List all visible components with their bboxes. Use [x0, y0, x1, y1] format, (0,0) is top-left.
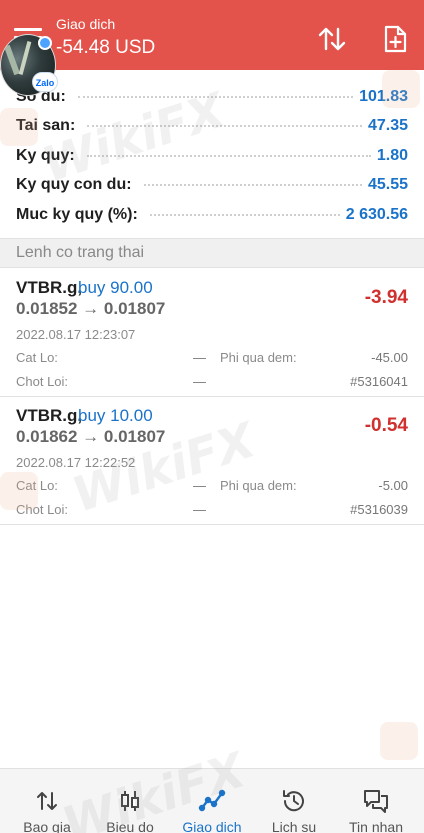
nav-messages[interactable]: Tin nhan: [334, 769, 418, 833]
position-symbol: VTBR.g,: [16, 406, 83, 425]
take-profit-label: Chot Loi:: [16, 374, 69, 389]
summary-row-margin: Ky quy: 1.80: [0, 141, 424, 171]
nav-label: Bieu do: [106, 819, 154, 833]
swap-value: -45.00: [371, 350, 408, 365]
nav-label: Bao gia: [23, 819, 71, 833]
sort-icon[interactable]: [317, 24, 347, 54]
nav-history[interactable]: Lich su: [252, 769, 336, 833]
new-order-icon[interactable]: [380, 24, 410, 54]
take-profit-value: —: [193, 502, 206, 517]
nav-quotes[interactable]: Bao gia: [5, 769, 89, 833]
chat-icon: [364, 790, 388, 813]
summary-value: 2 630.56: [345, 205, 408, 223]
position-symbol: VTBR.g,: [16, 278, 83, 297]
position-row[interactable]: VTBR.g, buy 10.00 0.01862 → 0.01807 -0.5…: [0, 397, 424, 525]
bottom-navigation: Bao gia Bieu do Giao dich Lich su Tin nh…: [0, 768, 424, 833]
position-time: 2022.08.17 12:22:52: [16, 455, 136, 470]
positions-section-header: Lenh co trang thai: [0, 238, 424, 268]
position-side: buy 10.00: [78, 406, 153, 425]
position-prices: 0.01852 → 0.01807: [16, 299, 166, 318]
nav-label: Tin nhan: [349, 819, 403, 833]
swap-value: -5.00: [378, 478, 408, 493]
summary-label: Ky quy:: [16, 146, 81, 165]
nav-trade[interactable]: Giao dich: [170, 769, 254, 833]
summary-row-equity: Tai san: 47.35: [0, 112, 424, 142]
nav-label: Lich su: [271, 819, 317, 833]
nav-charts[interactable]: Bieu do: [88, 769, 172, 833]
summary-value: 47.35: [367, 117, 408, 135]
updown-arrows-icon: [37, 792, 57, 810]
nav-label: Giao dich: [182, 819, 242, 833]
header-title: Giao dich: [56, 16, 116, 32]
stop-loss-label: Cat Lo:: [16, 350, 58, 365]
summary-row-free-margin: Ky quy con du: 45.55: [0, 171, 424, 201]
summary-row-margin-level: Muc ky quy (%): 2 630.56: [0, 200, 424, 230]
summary-label: Tai san:: [16, 117, 82, 136]
dotted-leader: [87, 125, 362, 128]
zalo-badge: Zalo: [32, 72, 58, 92]
position-time: 2022.08.17 12:23:07: [16, 327, 136, 342]
history-icon: [283, 790, 304, 812]
swap-label: Phi qua dem:: [220, 350, 297, 365]
account-summary: So du: 101.83 Tai san: 47.35 Ky quy: 1.8…: [0, 82, 424, 230]
dotted-leader: [77, 95, 354, 98]
position-side: buy 90.00: [78, 278, 153, 297]
ticket-id: #5316041: [350, 374, 408, 389]
summary-row-balance: So du: 101.83: [0, 82, 424, 112]
trade-line-icon: [198, 789, 226, 812]
ticket-id: #5316039: [350, 502, 408, 517]
position-profit: -3.94: [364, 287, 408, 308]
summary-value: 45.55: [367, 176, 408, 194]
stop-loss-value: —: [193, 350, 206, 365]
dotted-leader: [86, 154, 371, 157]
position-prices: 0.01862 → 0.01807: [16, 427, 166, 446]
position-row[interactable]: VTBR.g, buy 90.00 0.01852 → 0.01807 -3.9…: [0, 269, 424, 397]
section-title: Lenh co trang thai: [16, 244, 145, 261]
summary-label: Muc ky quy (%):: [16, 205, 144, 224]
dotted-leader: [149, 213, 340, 216]
summary-value: 1.80: [376, 146, 408, 164]
swap-label: Phi qua dem:: [220, 478, 297, 493]
online-dot: [38, 36, 52, 50]
take-profit-value: —: [193, 374, 206, 389]
summary-label: Ky quy con du:: [16, 176, 138, 195]
stop-loss-value: —: [193, 478, 206, 493]
take-profit-label: Chot Loi:: [16, 502, 69, 517]
summary-value: 101.83: [359, 87, 408, 105]
watermark-logo: [380, 722, 418, 760]
candlestick-icon: [121, 791, 139, 811]
position-profit: -0.54: [364, 415, 408, 436]
header-profit: -54.48 USD: [56, 37, 156, 58]
dotted-leader: [143, 184, 362, 187]
app-header: Giao dich -54.48 USD: [0, 0, 424, 70]
stop-loss-label: Cat Lo:: [16, 478, 58, 493]
